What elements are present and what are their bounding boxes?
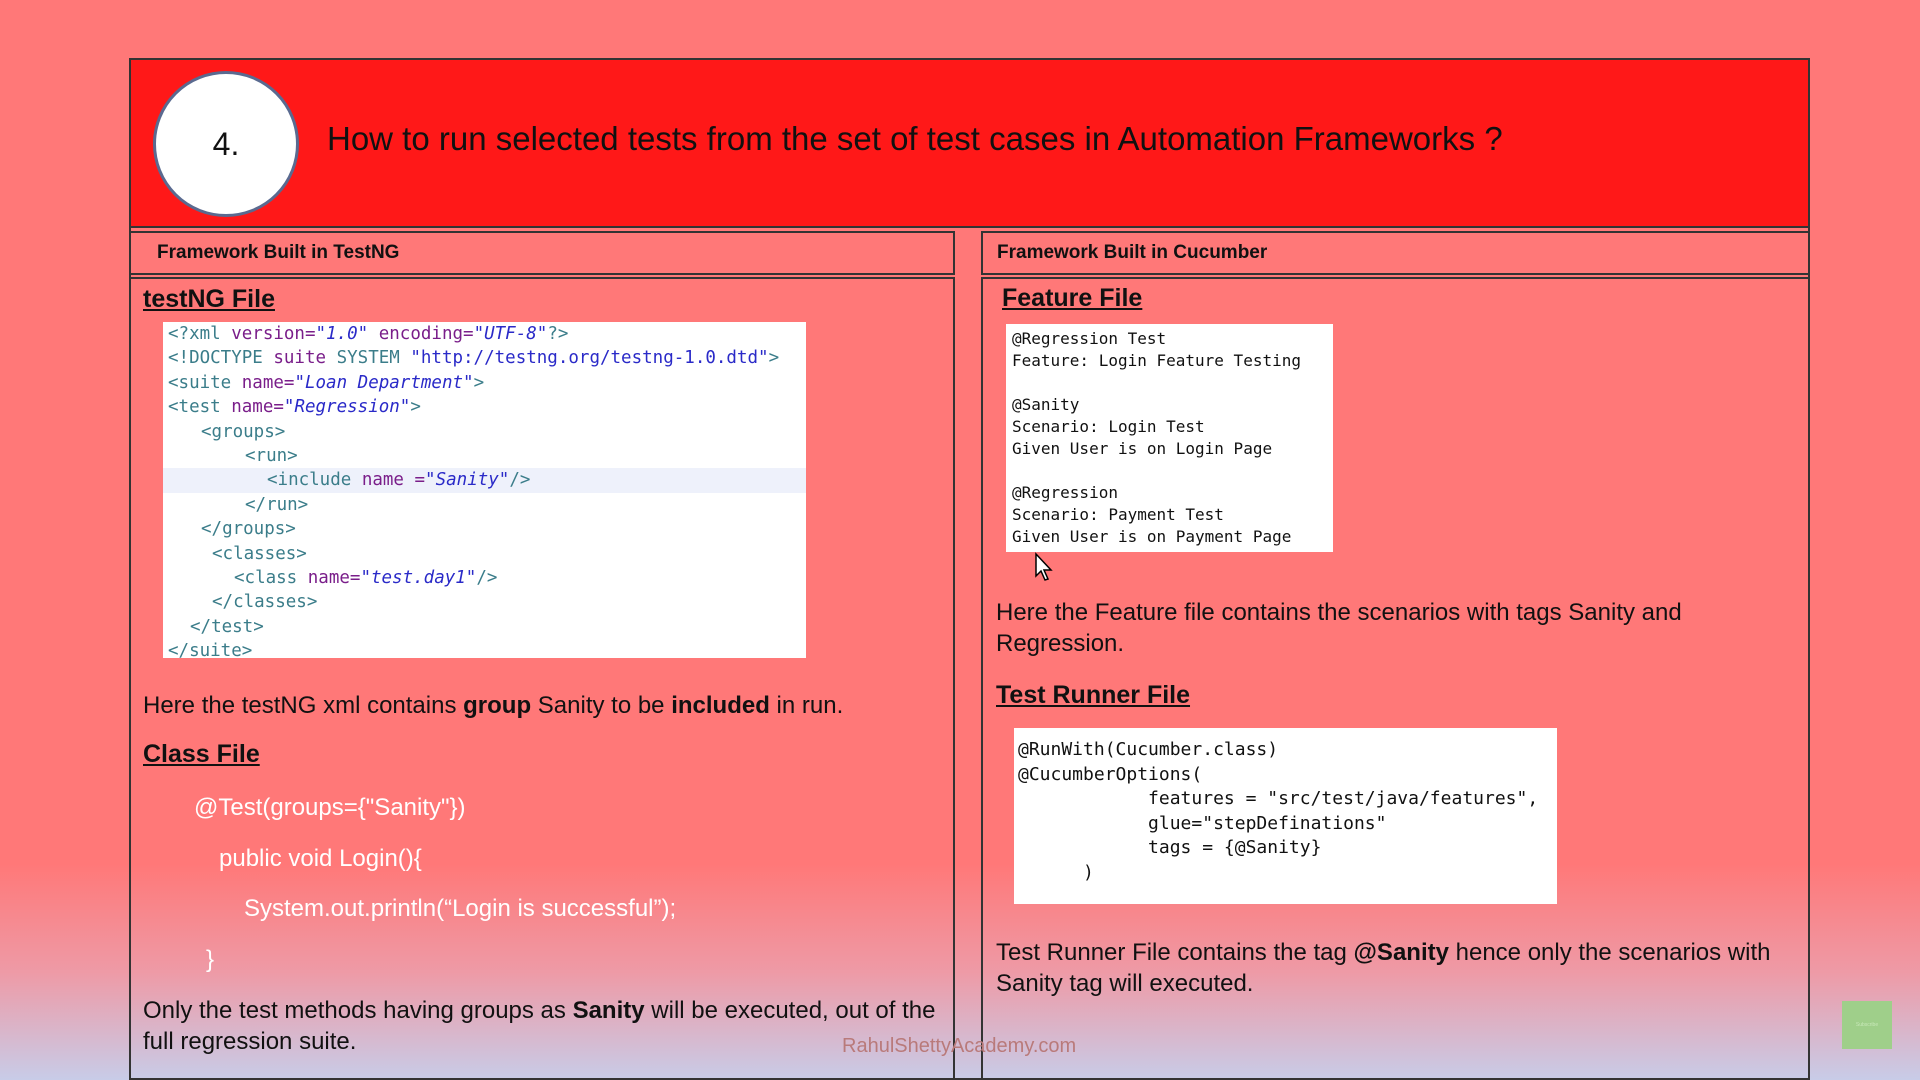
feature-line: @Regression Test	[1012, 329, 1167, 348]
test-runner-title: Test Runner File	[996, 681, 1191, 709]
testng-column-header: Framework Built in TestNG	[129, 231, 955, 275]
slide-title: How to run selected tests from the set o…	[327, 120, 1503, 157]
watermark: RahulShettyAcademy.com	[842, 1035, 1077, 1057]
testng-file-title: testNG File	[143, 285, 275, 313]
xml-line: <suite name="Loan Department">	[168, 372, 485, 393]
runner-line: )	[1018, 861, 1094, 883]
subscribe-badge-icon[interactable]: Subscribe	[1842, 1001, 1892, 1049]
feature-line: @Sanity	[1012, 395, 1080, 414]
xml-line: <classes>	[212, 543, 307, 564]
testng-description: Here the testNG xml contains group Sanit…	[143, 692, 844, 719]
feature-line	[1012, 372, 1333, 394]
class-code-line: public void Login(){	[219, 845, 422, 872]
testng-summary: Only the test methods having groups as S…	[143, 997, 936, 1055]
xml-line: </suite>	[168, 641, 253, 662]
class-file-title: Class File	[143, 740, 260, 768]
feature-line: Given User is on Payment Page	[1012, 527, 1292, 546]
runner-line: @RunWith(Cucumber.class)	[1018, 739, 1279, 760]
runner-line: @CucumberOptions(	[1018, 763, 1203, 785]
test-runner-code: @RunWith(Cucumber.class) @CucumberOption…	[1014, 728, 1557, 904]
runner-line: tags = {@Sanity}	[1018, 837, 1322, 858]
feature-line: Scenario: Payment Test	[1012, 505, 1224, 524]
cucumber-column-header: Framework Built in Cucumber	[981, 231, 1810, 275]
mouse-cursor-icon	[1035, 552, 1053, 581]
runner-line: features = "src/test/java/features",	[1018, 788, 1539, 809]
class-code-line: System.out.println(“Login is successful”…	[244, 895, 677, 922]
runner-description: Test Runner File contains the tag @Sanit…	[996, 939, 1771, 997]
xml-line: <groups>	[201, 421, 286, 442]
xml-line: </test>	[190, 616, 264, 637]
xml-line: <?xml version="1.0" encoding="UTF-8"?>	[168, 324, 569, 344]
xml-line: <test name="Regression">	[168, 397, 421, 418]
testng-xml-code: <?xml version="1.0" encoding="UTF-8"?> <…	[163, 322, 806, 661]
subscribe-badge-label: Subscribe	[1855, 1022, 1879, 1028]
feature-line	[1012, 460, 1333, 482]
feature-file-code: @Regression Test Feature: Login Feature …	[1006, 324, 1333, 552]
class-code-line: @Test(groups={"Sanity"})	[194, 794, 466, 821]
feature-line: Scenario: Login Test	[1012, 417, 1205, 436]
feature-line: Feature: Login Feature Testing	[1012, 351, 1301, 370]
xml-line: <class name="test.day1"/>	[234, 568, 498, 589]
runner-line: glue="stepDefinations"	[1018, 812, 1387, 834]
slide-number: 4.	[153, 71, 299, 217]
xml-line: <include name ="Sanity"/>	[163, 468, 806, 493]
xml-line: </groups>	[201, 519, 296, 540]
feature-line: Given User is on Login Page	[1012, 439, 1273, 458]
class-code-line: }	[206, 946, 215, 973]
xml-line: </run>	[245, 494, 309, 515]
xml-line: <run>	[245, 446, 298, 467]
xml-line: <!DOCTYPE suite SYSTEM "http://testng.or…	[168, 348, 780, 369]
feature-line: @Regression	[1012, 483, 1118, 502]
feature-description: Here the Feature file contains the scena…	[996, 599, 1682, 657]
xml-line: </classes>	[212, 592, 318, 613]
feature-file-title: Feature File	[1002, 284, 1143, 312]
